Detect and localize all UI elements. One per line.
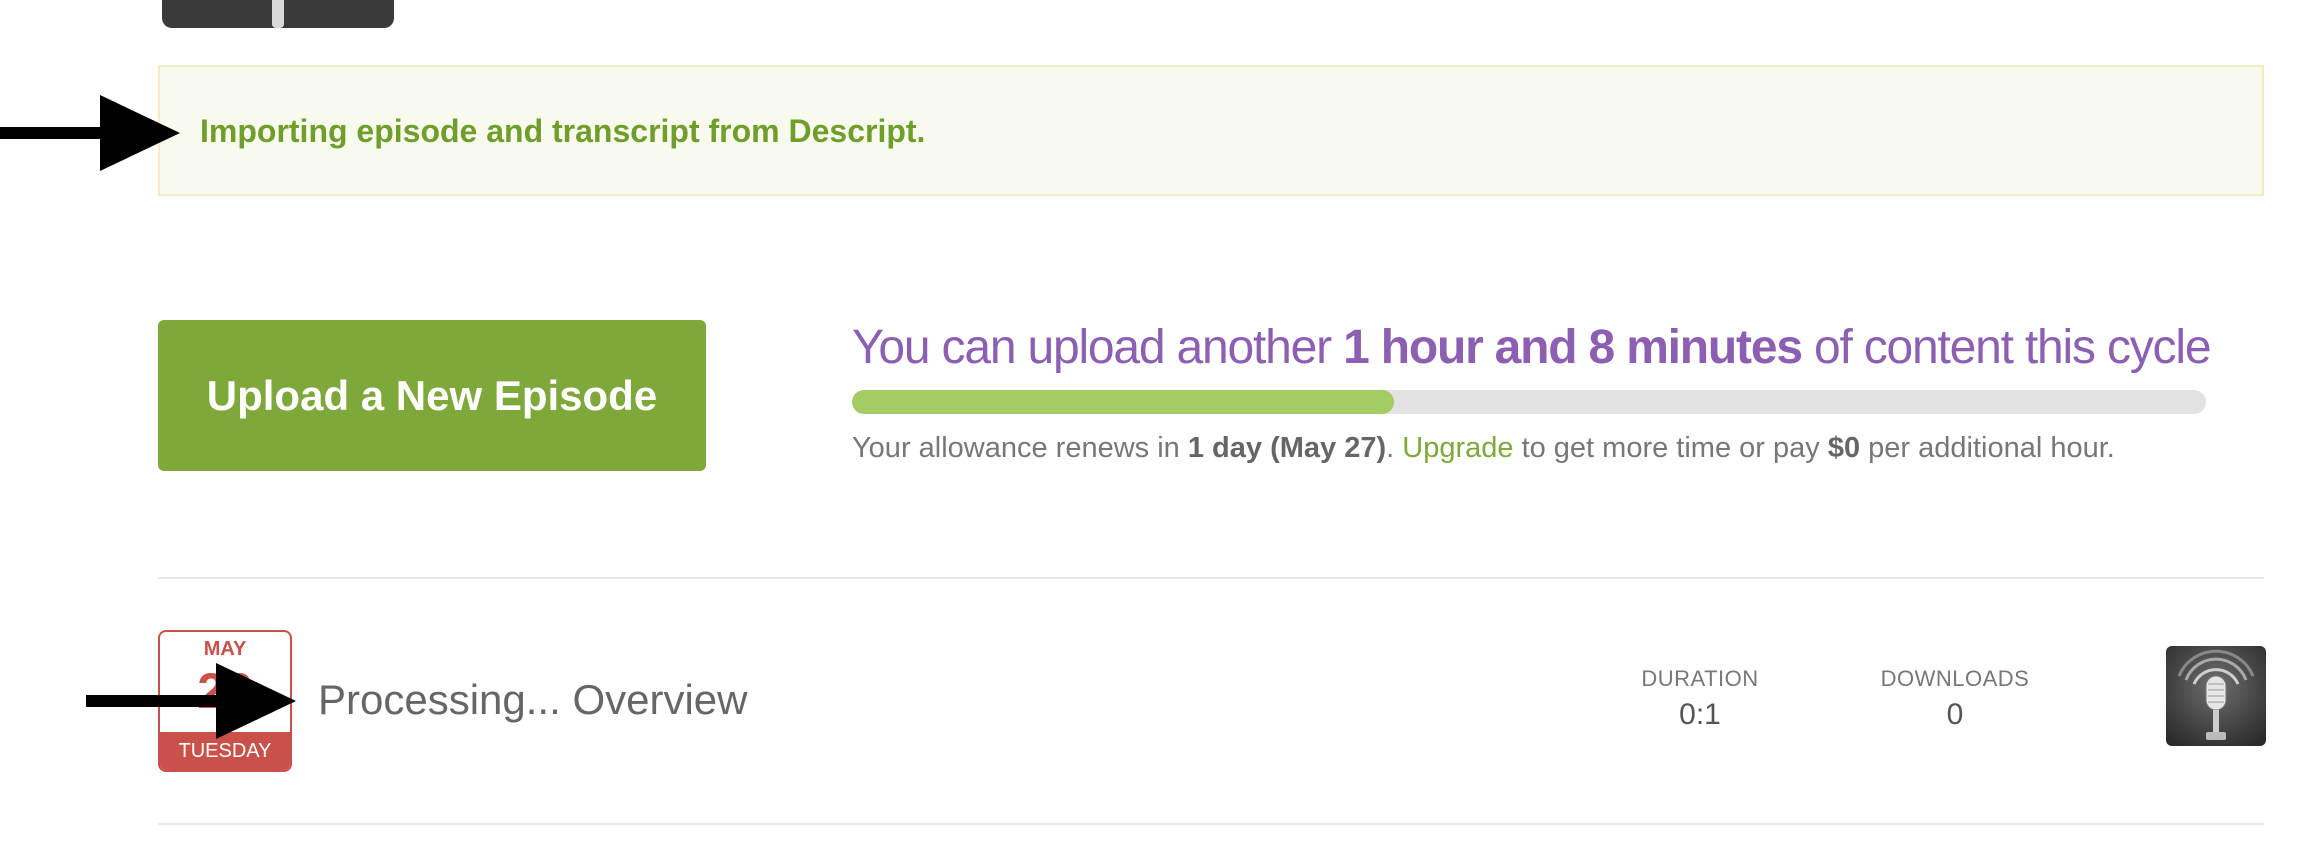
podcast-artwork-cropped <box>162 0 394 28</box>
arrow-icon <box>0 95 180 171</box>
allowance-renewal-text: Your allowance renews in 1 day (May 27).… <box>852 432 2115 465</box>
allowance-progress-fill <box>852 390 1394 414</box>
divider <box>158 823 2264 825</box>
duration-label: DURATION <box>1641 666 1759 691</box>
episode-downloads: DOWNLOADS 0 <box>1870 666 2040 732</box>
episode-title-link[interactable]: Processing... Overview <box>318 676 747 724</box>
duration-value: 0:1 <box>1679 698 1721 731</box>
renewal-period: . <box>1386 432 1395 464</box>
notice-text: Importing episode and transcript from De… <box>200 113 926 149</box>
episode-artwork[interactable] <box>2166 646 2266 746</box>
renewal-middle: to get more time or pay <box>1521 432 1820 464</box>
upgrade-link[interactable]: Upgrade <box>1402 432 1513 464</box>
date-month: MAY <box>203 638 247 660</box>
additional-hour-price: $0 <box>1827 432 1861 464</box>
allowance-progress-bar <box>852 390 2206 414</box>
renewal-suffix: per additional hour. <box>1868 432 2115 464</box>
renewal-date: 1 day (May 27) <box>1187 432 1387 464</box>
renewal-prefix: Your allowance renews in <box>852 432 1180 464</box>
microphone-icon <box>2166 646 2266 746</box>
allowance-amount: 1 hour and 8 minutes <box>1343 321 1803 374</box>
microphone-icon <box>272 0 284 28</box>
episodes-page: Importing episode and transcript from De… <box>0 0 2310 846</box>
allowance-heading: You can upload another 1 hour and 8 minu… <box>852 320 2212 375</box>
episode-duration: DURATION 0:1 <box>1630 666 1770 732</box>
downloads-value: 0 <box>1946 698 1964 731</box>
divider <box>158 577 2264 579</box>
downloads-label: DOWNLOADS <box>1880 666 2030 691</box>
allowance-heading-prefix: You can upload another <box>852 321 1332 374</box>
upload-episode-button[interactable]: Upload a New Episode <box>158 320 706 471</box>
allowance-heading-suffix: of content this cycle <box>1813 321 2212 374</box>
import-notice: Importing episode and transcript from De… <box>158 65 2264 196</box>
arrow-icon <box>86 663 296 739</box>
